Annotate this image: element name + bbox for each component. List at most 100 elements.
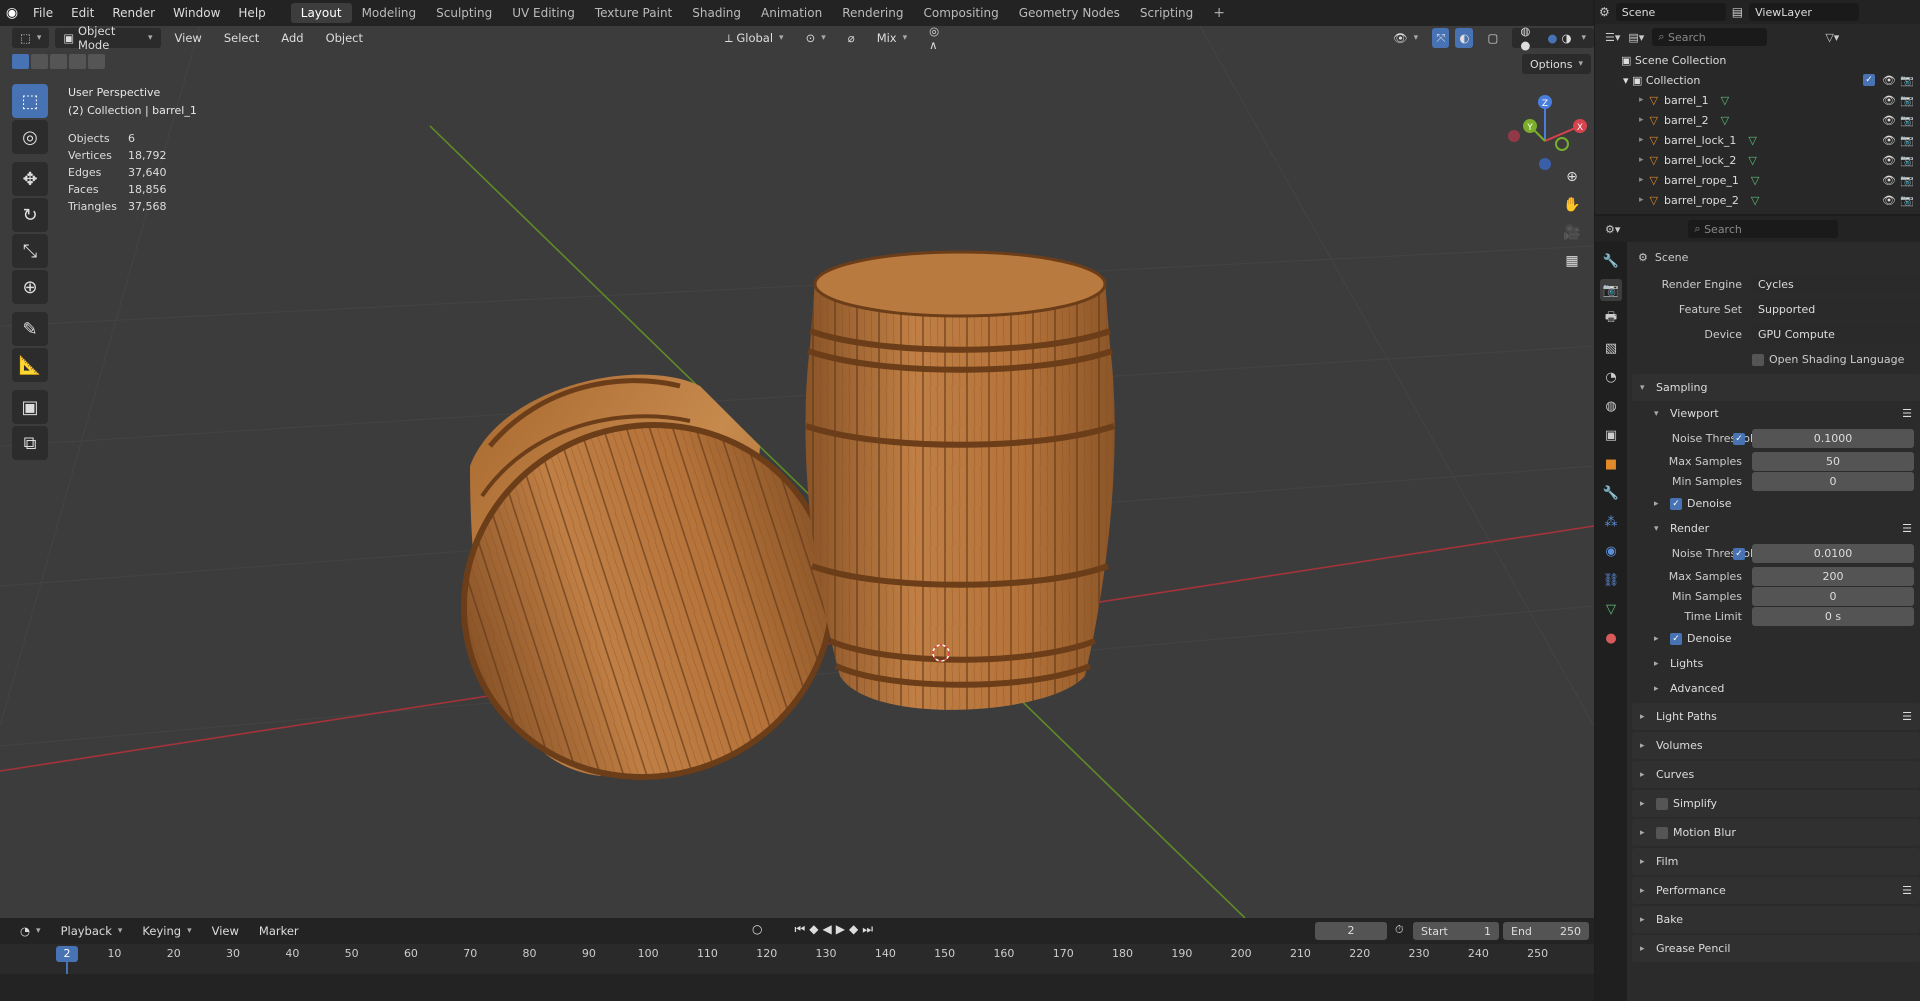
proportional-edit-icon[interactable]: ◎ ∧ bbox=[921, 26, 959, 52]
add-object-icon[interactable]: ⧉ bbox=[12, 426, 48, 460]
outliner-search[interactable]: ⌕ Search bbox=[1652, 28, 1768, 46]
options-button[interactable]: Options ▾ bbox=[1522, 54, 1591, 74]
mode-selector[interactable]: ▣ Object Mode ▾ bbox=[55, 26, 161, 52]
collection-tab-icon[interactable]: ▣ bbox=[1600, 424, 1622, 446]
properties-search[interactable]: ⌕ Search bbox=[1688, 220, 1839, 238]
vp-noise-field[interactable]: 0.1000 bbox=[1752, 429, 1914, 448]
outliner-item[interactable]: ▸ ▽ barrel_rope_2 ▽ 👁 📷 bbox=[1595, 190, 1920, 210]
eye-icon[interactable]: 👁 bbox=[1882, 154, 1896, 167]
r-min-field[interactable]: 0 bbox=[1752, 586, 1914, 606]
panel-motion-blur[interactable]: ▸ Motion Blur bbox=[1632, 819, 1920, 846]
playhead[interactable]: 2 bbox=[56, 946, 78, 962]
barrel-1-mesh[interactable] bbox=[805, 250, 1115, 710]
viewlayer-icon[interactable]: ▤ bbox=[1732, 5, 1743, 19]
panel-grease-pencil[interactable]: ▸ Grease Pencil bbox=[1632, 935, 1920, 962]
eye-icon[interactable]: 👁 bbox=[1882, 114, 1896, 127]
zoom-icon[interactable]: ⊕ bbox=[1558, 164, 1586, 190]
snap-icon[interactable]: ⌀ bbox=[840, 28, 863, 48]
render-tab-icon[interactable]: 📷 bbox=[1600, 279, 1622, 301]
panel-film[interactable]: ▸ Film bbox=[1632, 848, 1920, 875]
menu-object[interactable]: Object bbox=[318, 28, 371, 48]
blender-logo-icon[interactable]: ◉ bbox=[0, 0, 24, 26]
end-frame-field[interactable]: End 250 bbox=[1503, 922, 1589, 940]
r-noise-checkbox[interactable]: ✓ bbox=[1733, 547, 1745, 560]
camera-icon[interactable]: 📷 bbox=[1900, 134, 1914, 147]
properties-editor-icon[interactable]: ⚙▾ bbox=[1605, 223, 1620, 236]
r-denoise-subpanel[interactable]: ▸ ✓ Denoise bbox=[1632, 626, 1920, 651]
camera-icon[interactable]: 📷 bbox=[1900, 94, 1914, 107]
panel-performance[interactable]: ▸ Performance ☰ bbox=[1632, 877, 1920, 904]
move-icon[interactable]: ✥ bbox=[12, 162, 48, 196]
camera-icon[interactable]: 📷 bbox=[1900, 154, 1914, 167]
select-subtract-icon[interactable] bbox=[50, 54, 67, 69]
outliner-item[interactable]: ▸ ▽ barrel_rope_1 ▽ 👁 📷 bbox=[1595, 170, 1920, 190]
xray-icon[interactable]: ▢ bbox=[1479, 28, 1506, 48]
tab-shading[interactable]: Shading bbox=[682, 3, 751, 23]
lights-subpanel[interactable]: ▸ Lights bbox=[1632, 651, 1920, 676]
filter-icon[interactable]: ▽▾ bbox=[1825, 31, 1839, 44]
current-frame-field[interactable]: 2 bbox=[1315, 922, 1387, 940]
vp-noise-checkbox[interactable]: ✓ bbox=[1733, 432, 1745, 445]
orientation-selector[interactable]: ⟂ Global ▾ bbox=[717, 28, 792, 48]
material-tab-icon[interactable]: ● bbox=[1600, 627, 1622, 649]
autokey-icon[interactable]: ○ bbox=[752, 922, 762, 937]
overlay-toggle-icon[interactable]: ◐ bbox=[1455, 28, 1474, 48]
shading-modes[interactable]: ◍ ● ● ◑ ▾ bbox=[1512, 26, 1594, 52]
data-tab-icon[interactable]: ▽ bbox=[1600, 598, 1622, 620]
menu-file[interactable]: File bbox=[24, 6, 62, 20]
display-mode-icon[interactable]: ▤▾ bbox=[1628, 31, 1644, 44]
outliner-item[interactable]: ▸ ▽ barrel_1 ▽ 👁 📷 bbox=[1595, 90, 1920, 110]
menu-view[interactable]: View bbox=[167, 28, 210, 48]
panel-bake[interactable]: ▸ Bake bbox=[1632, 906, 1920, 933]
cursor-icon[interactable]: ◎ bbox=[12, 120, 48, 154]
pivot-icon[interactable]: ⊙ ▾ bbox=[798, 28, 834, 48]
panel-checkbox[interactable] bbox=[1656, 797, 1668, 810]
camera-icon[interactable]: 📷 bbox=[1900, 194, 1914, 207]
mesh-data-icon[interactable]: ▽ bbox=[1748, 134, 1756, 147]
advanced-subpanel[interactable]: ▸ Advanced bbox=[1632, 676, 1920, 701]
vp-denoise-checkbox[interactable]: ✓ bbox=[1670, 497, 1682, 510]
feature-set-select[interactable]: Supported bbox=[1752, 300, 1920, 319]
jump-end-icon[interactable]: ⏭ bbox=[862, 922, 873, 937]
next-keyframe-icon[interactable]: ◆ bbox=[849, 922, 858, 937]
tab-scripting[interactable]: Scripting bbox=[1130, 3, 1203, 23]
editor-type-button[interactable]: ⬚ ▾ bbox=[12, 28, 50, 48]
osl-checkbox[interactable] bbox=[1752, 353, 1764, 366]
jump-start-icon[interactable]: ⏮ bbox=[794, 922, 805, 937]
device-select[interactable]: GPU Compute bbox=[1752, 325, 1920, 344]
menu-window[interactable]: Window bbox=[164, 6, 229, 20]
panel-checkbox[interactable] bbox=[1656, 826, 1668, 839]
tool-tab-icon[interactable]: 🔧 bbox=[1600, 250, 1622, 272]
scene-selector[interactable]: Scene bbox=[1615, 3, 1726, 21]
object-tab-icon[interactable]: ■ bbox=[1600, 453, 1622, 475]
eye-icon[interactable]: 👁 bbox=[1882, 94, 1896, 107]
render-engine-select[interactable]: Cycles bbox=[1752, 275, 1920, 294]
list-icon[interactable]: ☰ bbox=[1902, 710, 1912, 723]
outliner-editor-icon[interactable]: ☰▾ bbox=[1605, 31, 1620, 44]
select-intersect-icon[interactable] bbox=[88, 54, 105, 69]
menu-help[interactable]: Help bbox=[229, 6, 274, 20]
tab-sculpting[interactable]: Sculpting bbox=[426, 3, 502, 23]
particles-tab-icon[interactable]: ⁂ bbox=[1600, 511, 1622, 533]
menu-timeline-view[interactable]: View bbox=[204, 921, 247, 941]
sampling-panel[interactable]: ▾ Sampling bbox=[1632, 374, 1920, 401]
list-icon[interactable]: ☰ bbox=[1902, 407, 1912, 420]
camera-icon[interactable]: 📷 bbox=[1900, 74, 1914, 87]
collection-row[interactable]: ▾ ▣ Collection ✓ 👁 📷 bbox=[1595, 70, 1920, 90]
tab-modeling[interactable]: Modeling bbox=[352, 3, 427, 23]
frame-ruler[interactable]: 10 20 30 40 50 60 70 80 90 100 110 120 130 140 150 160 1… bbox=[0, 944, 1594, 974]
tab-texture-paint[interactable]: Texture Paint bbox=[585, 3, 682, 23]
r-denoise-checkbox[interactable]: ✓ bbox=[1670, 632, 1682, 645]
mesh-data-icon[interactable]: ▽ bbox=[1748, 154, 1756, 167]
ortho-toggle-icon[interactable]: ▦ bbox=[1558, 248, 1586, 274]
constraints-tab-icon[interactable]: ⛓ bbox=[1600, 569, 1622, 591]
panel-simplify[interactable]: ▸ Simplify bbox=[1632, 790, 1920, 817]
3d-viewport[interactable]: ⬚ ▾ ▣ Object Mode ▾ View Select Add Object… bbox=[0, 26, 1594, 918]
panel-volumes[interactable]: ▸ Volumes bbox=[1632, 732, 1920, 759]
r-noise-field[interactable]: 0.0100 bbox=[1752, 544, 1914, 563]
blend-selector[interactable]: Mix ▾ bbox=[869, 28, 915, 48]
menu-playback[interactable]: Playback ▾ bbox=[53, 921, 131, 941]
panel-curves[interactable]: ▸ Curves bbox=[1632, 761, 1920, 788]
outliner-item[interactable]: ▸ ▽ barrel_2 ▽ 👁 📷 bbox=[1595, 110, 1920, 130]
tab-animation[interactable]: Animation bbox=[751, 3, 832, 23]
